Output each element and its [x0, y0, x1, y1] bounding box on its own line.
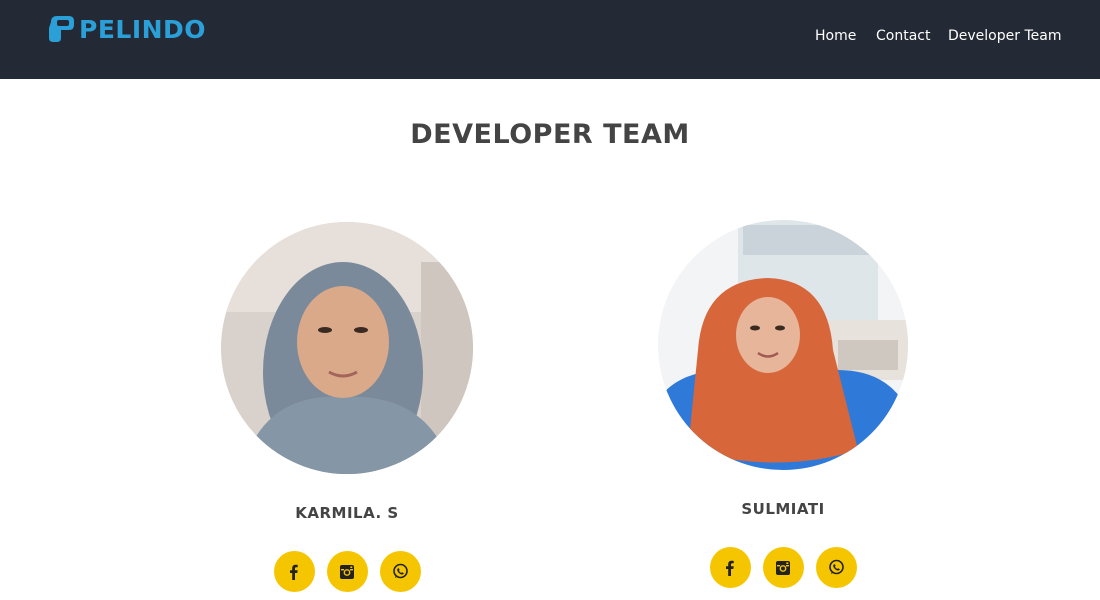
page-title: DEVELOPER TEAM — [410, 119, 690, 150]
team-member-card: KARMILA. S — [217, 222, 477, 592]
member-name: KARMILA. S — [295, 504, 399, 522]
whatsapp-icon — [828, 559, 844, 575]
member-photo — [658, 220, 908, 470]
whatsapp-icon — [392, 563, 408, 579]
member-name: SULMIATI — [741, 500, 825, 518]
member-photo — [221, 222, 473, 474]
instagram-icon — [776, 560, 790, 575]
nav-link-developer-team[interactable]: Developer Team — [948, 28, 1061, 44]
instagram-button[interactable] — [762, 547, 804, 588]
team-member-card: SULMIATI — [653, 220, 913, 592]
facebook-icon — [726, 560, 734, 576]
facebook-button[interactable] — [709, 547, 751, 588]
instagram-icon — [340, 564, 354, 579]
facebook-button[interactable] — [273, 551, 315, 592]
whatsapp-button[interactable] — [379, 551, 421, 592]
navbar: PELINDO Home Contact Developer Team — [0, 0, 1100, 79]
instagram-button[interactable] — [326, 551, 368, 592]
nav-link-contact[interactable]: Contact — [876, 28, 930, 44]
social-links — [653, 547, 913, 588]
main-nav: Home Contact Developer Team — [0, 28, 1100, 48]
social-links — [217, 551, 477, 592]
whatsapp-button[interactable] — [815, 547, 857, 588]
nav-link-home[interactable]: Home — [815, 28, 856, 44]
facebook-icon — [290, 564, 298, 580]
